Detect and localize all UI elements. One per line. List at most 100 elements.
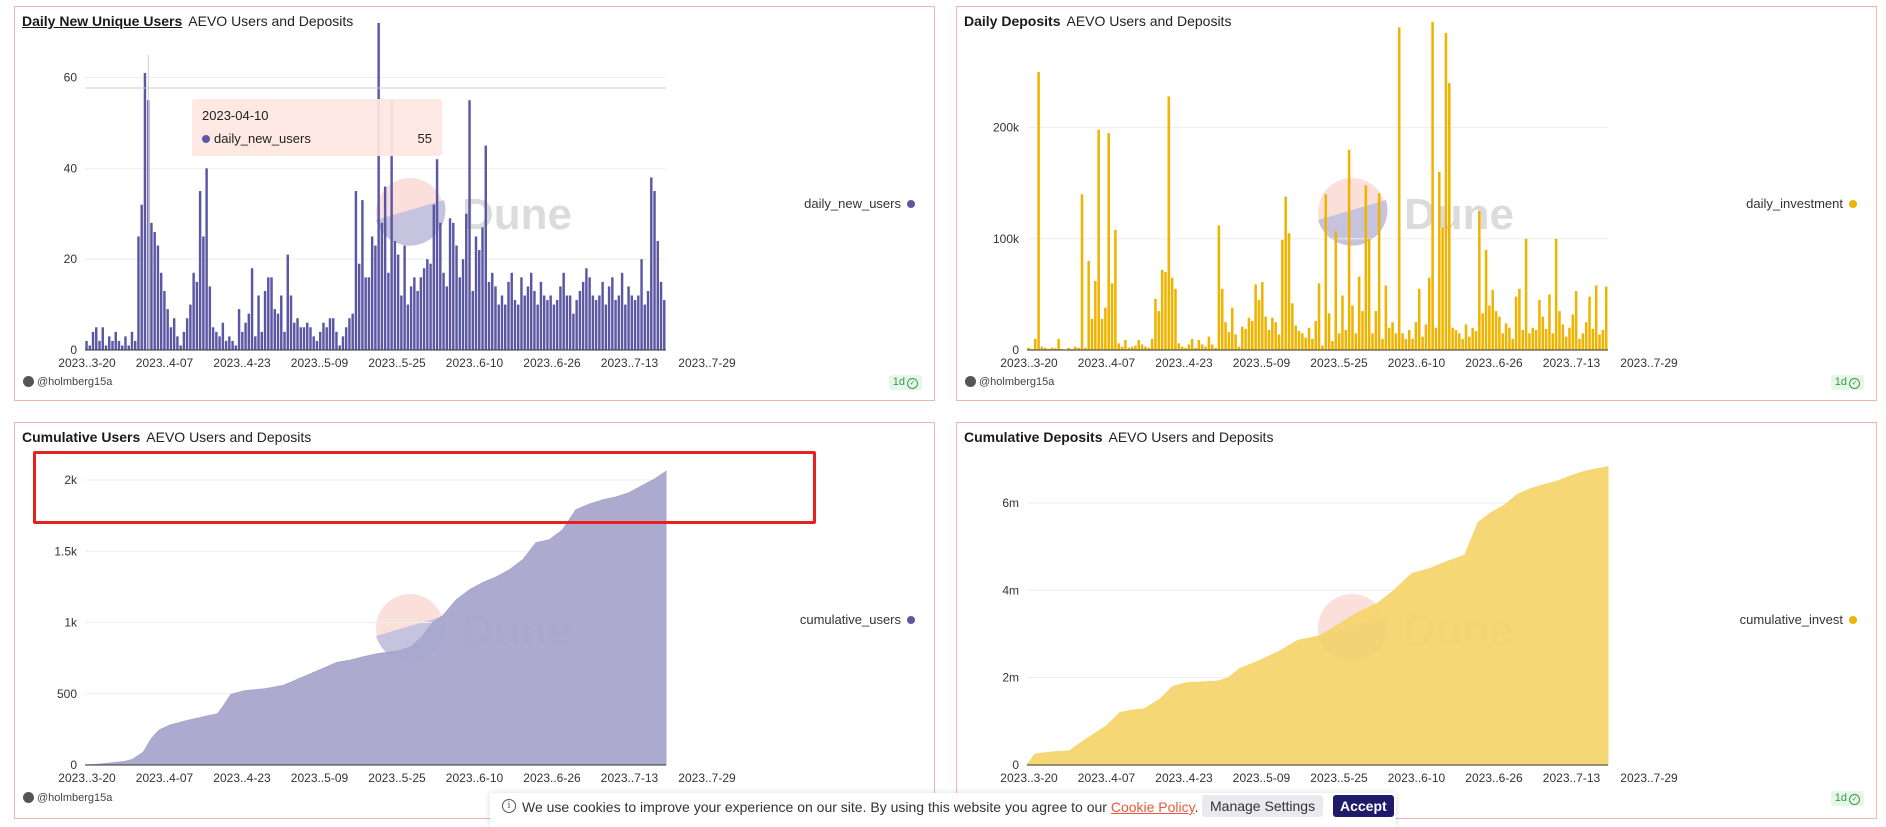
chart-legend[interactable]: daily_new_users: [804, 196, 915, 211]
legend-label: daily_new_users: [804, 196, 901, 211]
bar: [328, 318, 332, 350]
bar: [185, 318, 189, 350]
bar: [1498, 316, 1501, 350]
refresh-label: 1d: [1834, 792, 1847, 804]
bar: [289, 295, 293, 350]
refresh-badge[interactable]: 1d ✓: [888, 375, 922, 390]
bar: [1124, 339, 1127, 350]
bar: [1074, 346, 1077, 350]
bar: [130, 331, 134, 350]
bar: [224, 340, 228, 350]
bar: [309, 327, 312, 350]
bar: [1094, 281, 1097, 350]
bar: [1190, 338, 1194, 350]
bar: [1427, 277, 1431, 350]
bar: [1387, 327, 1391, 350]
x-tick-label: 2023..6-10: [446, 771, 504, 785]
bar: [276, 313, 280, 350]
bar: [1311, 338, 1314, 350]
bar: [487, 281, 491, 350]
bar: [1407, 329, 1411, 350]
bar: [117, 340, 121, 350]
refresh-badge[interactable]: 1d ✓: [1830, 375, 1864, 390]
chart-legend[interactable]: cumulative_invest: [1740, 612, 1857, 627]
bar: [153, 231, 156, 350]
bar: [1381, 338, 1384, 350]
bar: [643, 304, 647, 350]
bar: [1551, 333, 1555, 350]
bar: [1134, 345, 1137, 350]
chart-daily-deposits: Dune 0 100k 200k 2023..3-20 2023..4-07 2023..4…: [993, 21, 1678, 370]
manage-settings-button[interactable]: Manage Settings: [1202, 795, 1324, 817]
bar: [1170, 277, 1174, 350]
y-tick-label: 0: [1012, 758, 1019, 772]
bar: [1297, 331, 1301, 350]
bar: [205, 168, 208, 350]
bar: [1057, 338, 1060, 350]
bar: [1444, 33, 1448, 351]
bar: [468, 100, 471, 350]
bar: [133, 340, 137, 350]
bar: [494, 286, 497, 350]
bar: [1130, 346, 1134, 350]
bar: [1454, 329, 1458, 350]
bar: [1314, 321, 1317, 350]
bar: [539, 281, 543, 350]
bar: [338, 345, 341, 350]
bar: [578, 290, 582, 350]
bar: [653, 191, 656, 350]
bar: [344, 327, 348, 350]
x-tick-label: 2023..4-07: [1078, 771, 1136, 785]
bar: [1097, 129, 1100, 350]
refresh-label: 1d: [892, 376, 905, 388]
bar: [1090, 318, 1094, 350]
bar: [254, 336, 257, 350]
refresh-badge[interactable]: 1d ✓: [1830, 791, 1864, 806]
author-link[interactable]: @holmberg15a: [965, 376, 1054, 388]
x-tick-label: 2023..3-20: [58, 771, 116, 785]
bar: [1207, 336, 1211, 350]
bar: [1461, 338, 1464, 350]
bar: [1281, 239, 1284, 350]
panel-daily-deposits: Daily Deposits AEVO Users and Deposits Du…: [956, 6, 1877, 401]
bar: [85, 340, 88, 350]
bar: [1261, 282, 1264, 350]
bar: [108, 336, 111, 350]
bar: [159, 272, 163, 350]
bar: [536, 304, 539, 350]
bar: [1347, 149, 1351, 350]
x-tick-label: 2023..4-23: [213, 356, 271, 370]
bar: [215, 331, 218, 350]
x-tick-label: 2023..4-07: [136, 356, 194, 370]
author-link[interactable]: @holmberg15a: [23, 792, 112, 804]
bar: [1040, 346, 1044, 350]
bar: [306, 322, 309, 350]
bar: [1157, 311, 1161, 350]
chart-legend[interactable]: daily_investment: [1746, 196, 1857, 211]
bar: [1334, 230, 1338, 350]
bar: [637, 295, 640, 350]
bar: [1478, 210, 1481, 350]
bar: [500, 295, 504, 350]
chart-legend[interactable]: cumulative_users: [800, 612, 915, 627]
bar: [1594, 285, 1598, 350]
bar: [364, 277, 367, 350]
y-tick-label: 100k: [993, 232, 1020, 246]
y-tick-label: 0: [70, 758, 77, 772]
cookie-policy-link[interactable]: Cookie Policy: [1111, 799, 1195, 815]
x-tick-label: 2023..7-29: [1620, 356, 1678, 370]
bar: [1237, 346, 1241, 350]
author-link[interactable]: @holmberg15a: [23, 376, 112, 388]
bar: [179, 345, 182, 350]
bar: [1574, 291, 1578, 350]
bar: [98, 340, 101, 350]
bar: [1210, 344, 1214, 350]
bar: [166, 309, 169, 350]
bar: [523, 295, 526, 350]
bar: [182, 331, 186, 350]
bar: [1200, 344, 1204, 350]
bar: [627, 286, 630, 350]
accept-button[interactable]: Accept: [1333, 795, 1394, 817]
bar: [598, 295, 601, 350]
bar: [484, 145, 487, 350]
